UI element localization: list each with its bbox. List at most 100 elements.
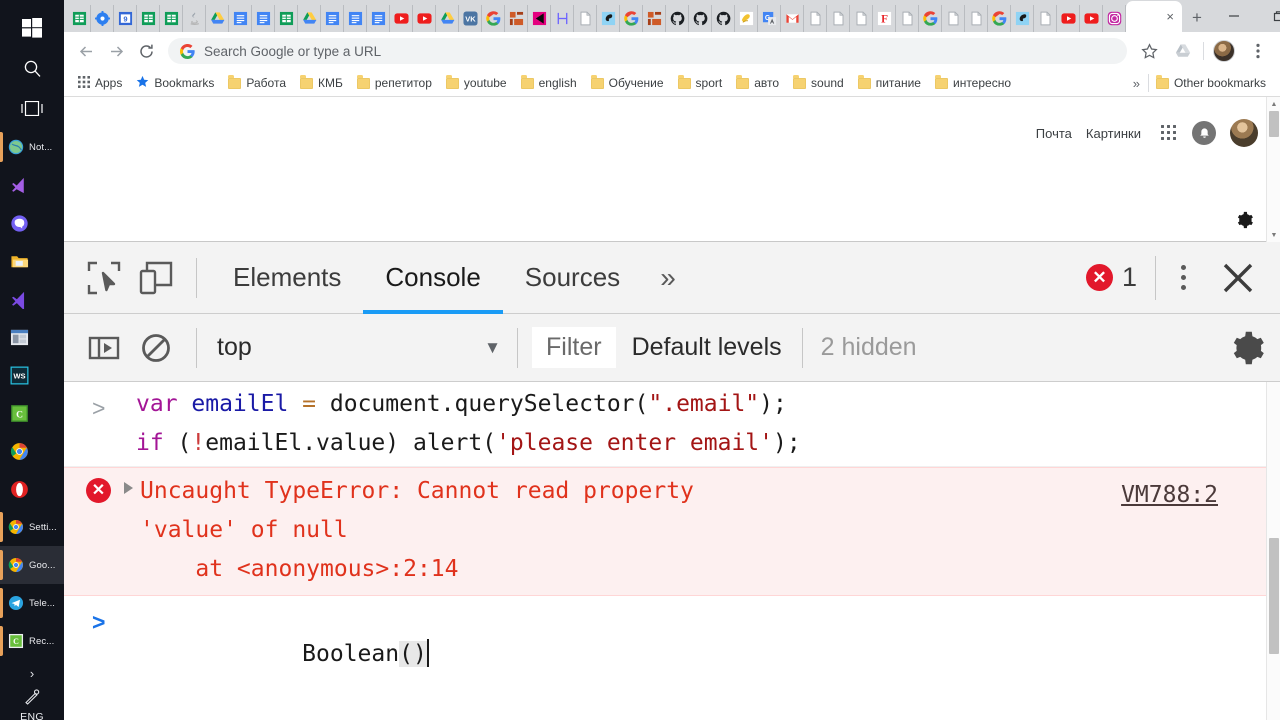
taskbar-item-telegram[interactable]: Tele...	[0, 584, 64, 622]
inspect-element-icon[interactable]	[78, 250, 130, 306]
search-icon[interactable]	[0, 48, 64, 88]
tab-10[interactable]	[298, 5, 321, 32]
taskbar-item-chrome-google[interactable]: Goo...	[0, 546, 64, 584]
tab-31[interactable]	[781, 5, 804, 32]
console-error-entry[interactable]: ✕ Uncaught TypeError: Cannot read proper…	[64, 467, 1280, 596]
tab-5[interactable]	[183, 5, 206, 32]
tab-13[interactable]	[367, 5, 390, 32]
chevron-right-icon[interactable]: ›	[30, 660, 34, 686]
error-count-badge[interactable]: ✕ 1	[1085, 262, 1155, 293]
bookmark-folder[interactable]: питание	[851, 72, 928, 94]
tab-26[interactable]	[666, 5, 689, 32]
tab-37[interactable]	[919, 5, 942, 32]
close-icon[interactable]: ×	[1166, 10, 1174, 23]
bookmark-folder[interactable]: Обучение	[584, 72, 671, 94]
kebab-menu-icon[interactable]	[1244, 37, 1272, 65]
tab-0[interactable]	[68, 5, 91, 32]
bookmark-folder[interactable]: english	[514, 72, 584, 94]
tab-45[interactable]	[1103, 5, 1126, 32]
forward-arrow-icon[interactable]	[102, 37, 130, 65]
tab-41[interactable]	[1011, 5, 1034, 32]
bookmark-folder[interactable]: sport	[671, 72, 730, 94]
tab-11[interactable]	[321, 5, 344, 32]
settings-gear-icon[interactable]	[1236, 211, 1254, 229]
reload-icon[interactable]	[132, 37, 160, 65]
address-bar[interactable]: Search Google or type a URL	[168, 38, 1127, 64]
tab-18[interactable]	[482, 5, 505, 32]
taskbar-item-visual-studio[interactable]	[0, 166, 64, 204]
tab-4[interactable]	[160, 5, 183, 32]
expand-triangle-icon[interactable]	[124, 482, 133, 494]
tab-22[interactable]	[574, 5, 597, 32]
tab-15[interactable]	[413, 5, 436, 32]
new-tab-button[interactable]: +	[1182, 4, 1212, 32]
tab-2[interactable]: 9	[114, 5, 137, 32]
scroll-up-arrow[interactable]: ▲	[1267, 97, 1280, 111]
console-sidebar-icon[interactable]	[78, 320, 130, 376]
taskbar-item-webstorm[interactable]: WS	[0, 356, 64, 394]
tab-16[interactable]	[436, 5, 459, 32]
tab-38[interactable]	[942, 5, 965, 32]
tab-21[interactable]	[551, 5, 574, 32]
tab-1[interactable]	[91, 5, 114, 32]
bookmark-folder[interactable]: youtube	[439, 72, 514, 94]
execution-context-selector[interactable]: top ▼	[211, 324, 511, 372]
taskbar-item-notepad[interactable]: Not...	[0, 128, 64, 166]
bookmark-folder[interactable]: репетитор	[350, 72, 439, 94]
bookmark-folder[interactable]: интересно	[928, 72, 1018, 94]
drive-extension-icon[interactable]	[1169, 37, 1197, 65]
tab-24[interactable]	[620, 5, 643, 32]
google-apps-grid-icon[interactable]	[1161, 124, 1178, 142]
console-prompt-input[interactable]: Boolean()	[100, 596, 1280, 713]
tab-console[interactable]: Console	[363, 242, 504, 314]
tab-19[interactable]	[505, 5, 528, 32]
console-prompt-entry[interactable]: > Boolean()	[64, 596, 1280, 713]
avatar[interactable]	[1230, 119, 1258, 147]
tab-43[interactable]	[1057, 5, 1080, 32]
taskbar-item-camtasia[interactable]: C	[0, 394, 64, 432]
tab-33[interactable]	[827, 5, 850, 32]
scroll-down-arrow[interactable]: ▼	[1267, 228, 1280, 242]
console-scrollbar[interactable]	[1266, 382, 1280, 720]
tab-35[interactable]: F	[873, 5, 896, 32]
taskbar-item-chrome-settings[interactable]: Setti...	[0, 508, 64, 546]
tab-42[interactable]	[1034, 5, 1057, 32]
bookmark-folder[interactable]: Работа	[221, 72, 293, 94]
tab-29[interactable]	[735, 5, 758, 32]
taskbar-item-vs-code[interactable]	[0, 280, 64, 318]
tab-25[interactable]	[643, 5, 666, 32]
windows-start-icon[interactable]	[0, 8, 64, 48]
tab-39[interactable]	[965, 5, 988, 32]
taskbar-item-chrome-window[interactable]	[0, 432, 64, 470]
close-devtools-icon[interactable]	[1210, 242, 1266, 314]
bookmark-bookmarks[interactable]: Bookmarks	[129, 72, 221, 94]
taskbar-item-camtasia-recorder[interactable]: C Rec...	[0, 622, 64, 660]
bookmark-other-bookmarks[interactable]: Other bookmarks	[1149, 72, 1273, 94]
tab-6[interactable]	[206, 5, 229, 32]
tab-9[interactable]	[275, 5, 298, 32]
console-input-entry[interactable]: > var emailEl = document.querySelector("…	[64, 382, 1280, 467]
tab-36[interactable]	[896, 5, 919, 32]
tab-40[interactable]	[988, 5, 1011, 32]
tab-12[interactable]	[344, 5, 367, 32]
more-options-icon[interactable]	[1156, 242, 1210, 314]
pen-icon[interactable]	[23, 688, 41, 706]
tab-3[interactable]	[137, 5, 160, 32]
tab-44[interactable]	[1080, 5, 1103, 32]
star-outline-icon[interactable]	[1135, 37, 1163, 65]
taskbar-item-photoshop[interactable]	[0, 318, 64, 356]
error-source-link[interactable]: VM788:2	[1121, 476, 1218, 515]
taskbar-item-viber[interactable]	[0, 204, 64, 242]
bookmark-apps[interactable]: Apps	[71, 72, 129, 94]
tab-17[interactable]: VK	[459, 5, 482, 32]
task-view-icon[interactable]	[0, 88, 64, 128]
bookmark-folder[interactable]: sound	[786, 72, 851, 94]
page-scrollbar[interactable]: ▲ ▼	[1266, 97, 1280, 242]
device-toolbar-icon[interactable]	[130, 250, 182, 306]
address-bar-input[interactable]: Search Google or type a URL	[204, 44, 381, 59]
tab-23[interactable]	[597, 5, 620, 32]
tab-active[interactable]: ×	[1126, 1, 1182, 32]
bookmark-folder[interactable]: авто	[729, 72, 786, 94]
tab-32[interactable]	[804, 5, 827, 32]
taskbar-item-file-explorer[interactable]	[0, 242, 64, 280]
